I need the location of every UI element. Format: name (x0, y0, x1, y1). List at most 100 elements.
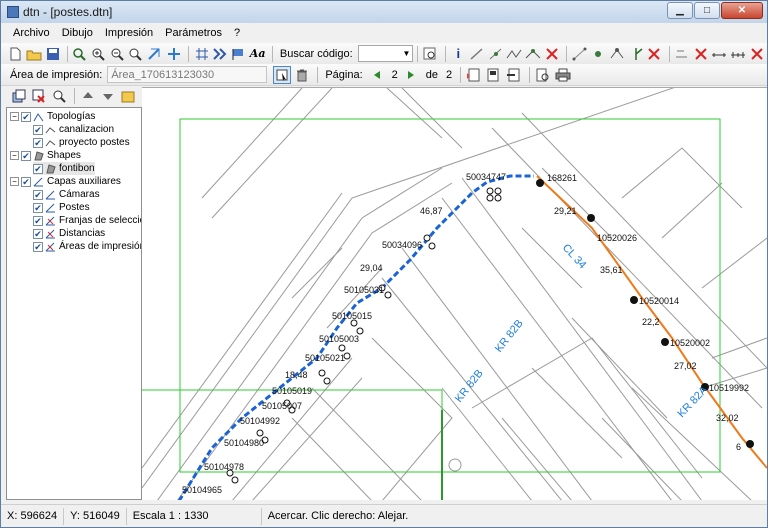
split-line-icon[interactable] (506, 45, 523, 63)
page-insert-icon[interactable] (505, 66, 523, 84)
branch-icon[interactable] (627, 45, 644, 63)
tree-label: Franjas de seleccion (59, 215, 142, 226)
toolbar-separator (188, 45, 190, 62)
tree-node-camaras[interactable]: ✔ Cámaras (33, 188, 100, 201)
distance-label: 18,48 (285, 370, 308, 380)
zoom-previous-icon[interactable] (147, 45, 164, 63)
street-label: CL 34 (560, 242, 589, 271)
pan-icon[interactable] (166, 45, 183, 63)
pole-marker (231, 476, 239, 484)
menu-parametros[interactable]: Parámetros (159, 27, 228, 39)
page-layout-icon[interactable] (485, 66, 503, 84)
toolbar-separator (417, 45, 419, 62)
maximize-button[interactable]: □ (694, 2, 720, 19)
tree-node-fontibon[interactable]: ✔ fontibon (33, 162, 95, 175)
join-lines-icon[interactable] (525, 45, 542, 63)
label-icon[interactable] (674, 45, 691, 63)
collapse-icon[interactable]: − (10, 151, 19, 160)
tree-node-distancias[interactable]: ✔ Distancias (33, 227, 105, 240)
zoom-extents-icon[interactable] (72, 45, 89, 63)
layer-checkbox[interactable]: ✔ (33, 241, 43, 252)
layer-checkbox[interactable]: ✔ (33, 228, 43, 239)
search-icon[interactable] (422, 45, 439, 63)
layer-checkbox[interactable]: ✔ (21, 111, 31, 122)
page-setup-icon[interactable] (465, 66, 483, 84)
layer-checkbox[interactable]: ✔ (33, 163, 43, 174)
layer-checkbox[interactable]: ✔ (21, 150, 31, 161)
measure-icon[interactable] (711, 45, 728, 63)
delete-line-icon[interactable] (544, 45, 561, 63)
map-svg[interactable]: 50034747 46,87 50034096 29,04 50105031 5… (142, 88, 767, 500)
delete-label-icon[interactable] (692, 45, 709, 63)
pole-label: 50105015 (332, 311, 372, 321)
save-icon[interactable] (44, 45, 61, 63)
move-down-icon[interactable] (99, 87, 117, 105)
toolbar-separator (271, 45, 273, 62)
menu-dibujo[interactable]: Dibujo (56, 27, 99, 39)
add-node-icon[interactable] (487, 45, 504, 63)
layer-checkbox[interactable]: ✔ (33, 124, 43, 135)
move-up-icon[interactable] (79, 87, 97, 105)
new-file-icon[interactable] (7, 45, 24, 63)
select-area-button[interactable] (273, 65, 292, 84)
trash-icon[interactable] (293, 66, 311, 84)
fast-forward-icon[interactable] (212, 45, 229, 63)
grid-icon[interactable] (193, 45, 210, 63)
move-node-icon[interactable] (590, 45, 607, 63)
collapse-icon[interactable]: − (10, 177, 19, 186)
layer-checkbox[interactable]: ✔ (33, 189, 43, 200)
layers-icon[interactable] (10, 87, 28, 105)
zoom-window-icon[interactable] (128, 45, 145, 63)
measure-distance-icon[interactable] (730, 45, 747, 63)
close-button[interactable]: ✕ (721, 2, 763, 19)
tree-node-topologias[interactable]: − ✔ Topologías (10, 110, 95, 123)
tree-node-areas-impresion[interactable]: ✔ Áreas de impresión (33, 240, 141, 253)
font-icon[interactable]: Aa (249, 45, 266, 63)
orange-node (536, 179, 544, 187)
menu-impresion[interactable]: Impresión (99, 27, 159, 39)
tree-node-postes[interactable]: ✔ Postes (33, 201, 90, 214)
tree-node-proyecto-postes[interactable]: ✔ proyecto postes (33, 136, 130, 149)
delete-vertex-icon[interactable] (646, 45, 663, 63)
draw-segment-icon[interactable] (571, 45, 588, 63)
next-page-icon[interactable] (402, 66, 420, 84)
tree-node-franjas[interactable]: ✔ Franjas de seleccion (33, 214, 142, 227)
printer-icon[interactable] (554, 66, 572, 84)
pole-label: 50034096 (382, 240, 422, 250)
minimize-button[interactable]: ▁ (667, 2, 693, 19)
draw-line-icon[interactable] (469, 45, 486, 63)
menu-bar: Archivo Dibujo Impresión Parámetros ? (1, 23, 767, 43)
delete-measure-icon[interactable] (748, 45, 765, 63)
print-area-field[interactable]: Área_170613123030 (107, 66, 268, 83)
menu-help[interactable]: ? (228, 27, 246, 39)
flag-icon[interactable] (231, 45, 248, 63)
tree-label: Capas auxiliares (47, 176, 121, 187)
window-title: dtn - [postes.dtn] (23, 5, 113, 19)
menu-archivo[interactable]: Archivo (7, 27, 56, 39)
open-folder-icon[interactable] (26, 45, 43, 63)
layer-checkbox[interactable]: ✔ (21, 176, 31, 187)
title-bar[interactable]: dtn - [postes.dtn] ▁ □ ✕ (1, 1, 767, 23)
layer-properties-icon[interactable] (119, 87, 137, 105)
zoom-layer-icon[interactable] (50, 87, 68, 105)
zoom-out-icon[interactable] (109, 45, 126, 63)
street-label: KR 82B (493, 318, 526, 355)
tree-node-shapes[interactable]: − ✔ Shapes (10, 149, 81, 162)
insert-vertex-icon[interactable] (609, 45, 626, 63)
print-preview-icon[interactable] (534, 66, 552, 84)
zoom-in-icon[interactable] (91, 45, 108, 63)
remove-layer-icon[interactable] (30, 87, 48, 105)
toolbar-separator (67, 45, 69, 62)
info-icon[interactable]: i (450, 45, 467, 63)
pole-label: 50105021 (305, 353, 345, 363)
layer-checkbox[interactable]: ✔ (33, 202, 43, 213)
layer-checkbox[interactable]: ✔ (33, 137, 43, 148)
previous-page-icon[interactable] (368, 66, 386, 84)
layer-checkbox[interactable]: ✔ (33, 215, 43, 226)
tree-node-canalizacion[interactable]: ✔ canalizacion (33, 123, 114, 136)
tree-node-capas-auxiliares[interactable]: − ✔ Capas auxiliares (10, 175, 121, 188)
tree-label: Distancias (59, 228, 106, 239)
search-code-combo[interactable]: ▼ (357, 45, 414, 62)
map-canvas[interactable]: 50034747 46,87 50034096 29,04 50105031 5… (142, 87, 767, 500)
collapse-icon[interactable]: − (10, 112, 19, 121)
